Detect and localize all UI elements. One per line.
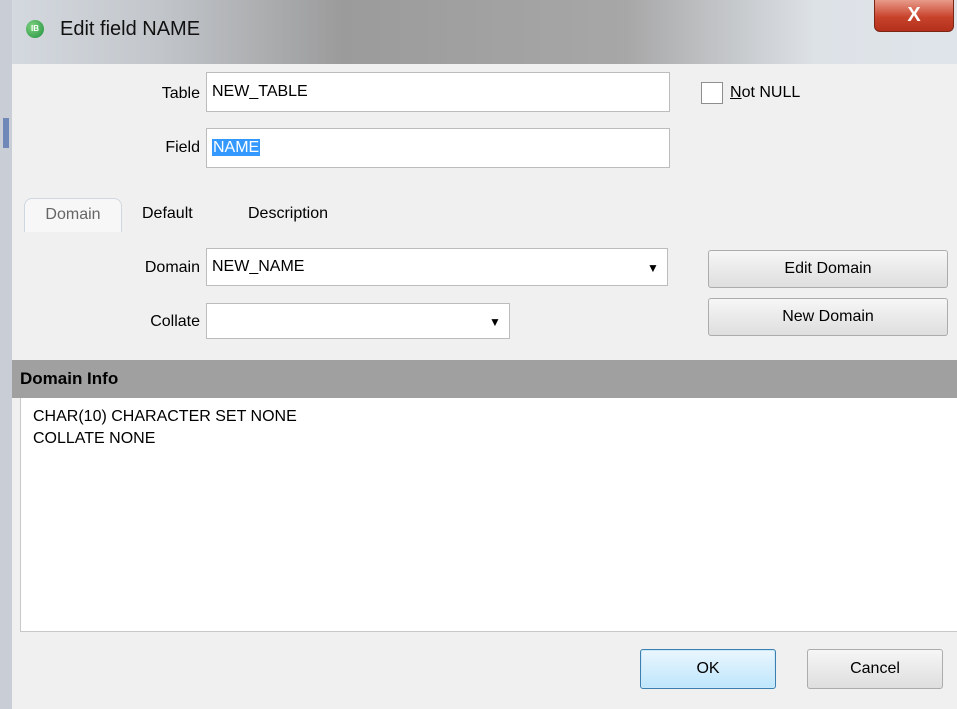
chevron-down-icon[interactable]: ▼ <box>640 250 666 286</box>
title-bar[interactable]: IB Edit field NAME X <box>12 0 957 64</box>
domain-info-header: Domain Info <box>12 360 957 398</box>
close-button[interactable]: X <box>874 0 954 32</box>
edit-field-dialog: IB Edit field NAME X Table NEW_TABLE Not… <box>12 0 957 709</box>
app-icon: IB <box>26 20 44 38</box>
field-input[interactable]: NAME <box>206 128 670 168</box>
not-null-label-rest: ot NULL <box>741 84 801 101</box>
collate-label: Collate <box>150 313 200 330</box>
tab-description[interactable]: Description <box>248 205 328 223</box>
ok-button[interactable]: OK <box>640 649 776 689</box>
edit-domain-button[interactable]: Edit Domain <box>708 250 948 288</box>
close-icon: X <box>907 4 921 26</box>
not-null-checkbox[interactable] <box>701 82 723 104</box>
field-label: Field <box>165 139 200 156</box>
collate-combobox[interactable]: ▼ <box>206 303 510 339</box>
background-window-edge <box>0 0 12 709</box>
chevron-down-icon[interactable]: ▼ <box>482 305 508 339</box>
new-domain-button[interactable]: New Domain <box>708 298 948 336</box>
field-input-value: NAME <box>212 139 261 156</box>
tab-domain[interactable]: Domain <box>24 198 122 232</box>
table-input[interactable]: NEW_TABLE <box>206 72 670 112</box>
tab-default[interactable]: Default <box>142 205 193 223</box>
not-null-mnemonic: N <box>730 84 742 101</box>
cancel-button[interactable]: Cancel <box>807 649 943 689</box>
domain-info-line: COLLATE NONE <box>33 430 156 447</box>
domain-combobox-value: NEW_NAME <box>212 258 305 275</box>
domain-info-text[interactable]: CHAR(10) CHARACTER SET NONE COLLATE NONE <box>20 398 957 632</box>
dialog-client: Table NEW_TABLE Not NULL Field NAME Doma… <box>12 64 957 709</box>
not-null-label[interactable]: Not NULL <box>730 84 800 102</box>
table-input-value: NEW_TABLE <box>212 83 308 100</box>
window-title: Edit field NAME <box>60 18 201 40</box>
domain-label: Domain <box>144 259 200 276</box>
table-label: Table <box>161 85 200 102</box>
domain-combobox[interactable]: NEW_NAME ▼ <box>206 248 668 286</box>
domain-info-line: CHAR(10) CHARACTER SET NONE <box>33 408 297 425</box>
background-marker <box>3 118 9 148</box>
button-bar: OK Cancel <box>12 632 957 709</box>
domain-tab-panel: Domain NEW_NAME ▼ Collate ▼ Edit Domain … <box>12 232 957 360</box>
